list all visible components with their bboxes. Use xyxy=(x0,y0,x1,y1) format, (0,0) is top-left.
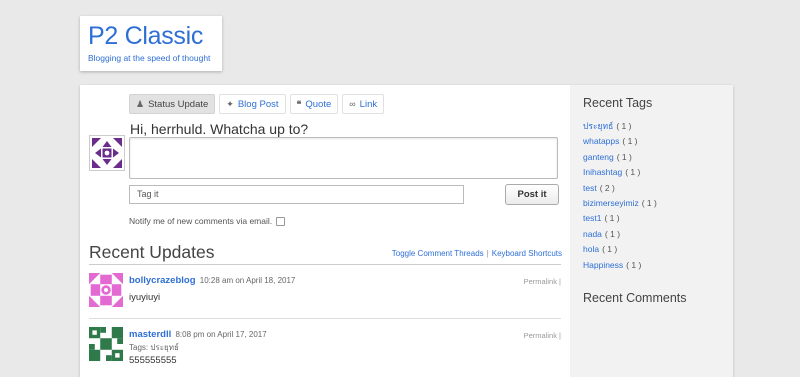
permalink-link[interactable]: Permalink | xyxy=(524,331,561,340)
recent-comments-title: Recent Comments xyxy=(583,291,687,305)
tag-item: whatapps( 1 ) xyxy=(583,134,720,149)
tag-link[interactable]: hola xyxy=(583,244,599,254)
tag-item: bizimerseyimiz( 1 ) xyxy=(583,196,720,211)
identicon-image xyxy=(92,138,122,168)
tag-link[interactable]: test xyxy=(583,183,597,193)
main-panel: ♟ Status Update ✦ Blog Post ❝ Quote ∞ Li… xyxy=(80,85,733,377)
author-avatar[interactable] xyxy=(89,273,123,307)
update-time[interactable]: 8:08 pm on April 17, 2017 xyxy=(175,330,266,339)
tab-label: Status Update xyxy=(148,98,209,110)
tag-count: ( 1 ) xyxy=(622,136,638,147)
tag-link[interactable]: ประยุทธ์ xyxy=(583,121,613,131)
keyboard-shortcuts-link[interactable]: Keyboard Shortcuts xyxy=(492,249,562,258)
toggle-comment-threads-link[interactable]: Toggle Comment Threads xyxy=(392,249,484,258)
tag-link[interactable]: Happiness xyxy=(583,260,623,270)
update-time[interactable]: 10:28 am on April 18, 2017 xyxy=(200,276,296,285)
tag-item: Happiness( 1 ) xyxy=(583,258,720,273)
tab-quote[interactable]: ❝ Quote xyxy=(289,94,339,114)
tab-status-update[interactable]: ♟ Status Update xyxy=(129,94,216,114)
tab-blog-post[interactable]: ✦ Blog Post xyxy=(219,94,286,114)
tag-count: ( 1 ) xyxy=(625,167,641,178)
user-icon: ♟ xyxy=(136,98,145,109)
update-body: iyuyiuyi xyxy=(129,292,161,303)
author-link[interactable]: masterdll xyxy=(129,329,171,340)
content-area: ♟ Status Update ✦ Blog Post ❝ Quote ∞ Li… xyxy=(80,85,570,377)
author-avatar[interactable] xyxy=(89,327,123,361)
recent-tags-title: Recent Tags xyxy=(583,96,653,110)
recent-tags-list: ประยุทธ์( 1 ) whatapps( 1 ) ganteng( 1 )… xyxy=(583,119,720,273)
site-title[interactable]: P2 Classic xyxy=(88,22,214,50)
recent-updates-title: Recent Updates xyxy=(89,242,215,262)
post-it-button[interactable]: Post it xyxy=(505,184,559,205)
tag-count: ( 1 ) xyxy=(602,244,618,255)
author-link[interactable]: bollycrazeblog xyxy=(129,275,196,286)
tag-count: ( 1 ) xyxy=(616,151,632,162)
tag-item: test1( 1 ) xyxy=(583,211,720,226)
tag-count: ( 1 ) xyxy=(626,259,642,270)
tag-item: hola( 1 ) xyxy=(583,242,720,257)
update-meta: bollycrazeblog 10:28 am on April 18, 201… xyxy=(129,275,295,286)
tag-link[interactable]: whatapps xyxy=(583,136,619,146)
tag-count: ( 1 ) xyxy=(604,228,621,239)
site-header: P2 Classic Blogging at the speed of thou… xyxy=(80,16,222,71)
update-meta: masterdll 8:08 pm on April 17, 2017 xyxy=(129,329,267,340)
tag-link[interactable]: nada xyxy=(583,229,602,239)
notify-option: Notify me of new comments via email. xyxy=(129,216,286,226)
site-description: Blogging at the speed of thought xyxy=(88,53,211,63)
update-item: masterdll 8:08 pm on April 17, 2017 Perm… xyxy=(89,327,561,375)
quote-icon: ❝ xyxy=(296,98,302,109)
permalink-link[interactable]: Permalink | xyxy=(524,277,561,286)
tag-item: nada( 1 ) xyxy=(583,227,720,242)
tag-item: Inihashtag( 1 ) xyxy=(583,165,720,180)
identicon-image xyxy=(89,327,123,361)
tab-link[interactable]: ∞ Link xyxy=(342,94,385,114)
tag-link[interactable]: Inihashtag xyxy=(583,167,622,177)
tab-label: Quote xyxy=(305,98,332,110)
notify-checkbox[interactable] xyxy=(276,216,286,226)
current-user-avatar xyxy=(89,135,125,171)
tag-input[interactable]: Tag it xyxy=(129,185,464,204)
notify-label: Notify me of new comments via email. xyxy=(129,216,273,226)
tab-label: Blog Post xyxy=(237,98,279,110)
tag-item: ganteng( 1 ) xyxy=(583,150,720,165)
link-icon: ∞ xyxy=(349,99,356,109)
post-type-tabs: ♟ Status Update ✦ Blog Post ❝ Quote ∞ Li… xyxy=(129,94,385,114)
update-divider xyxy=(89,318,561,319)
tag-item: ประยุทธ์( 1 ) xyxy=(583,119,720,134)
recent-updates-links: Toggle Comment Threads | Keyboard Shortc… xyxy=(392,249,562,258)
tag-link[interactable]: test1 xyxy=(583,213,601,223)
tag-link[interactable]: bizimerseyimiz xyxy=(583,198,639,208)
pin-icon: ✦ xyxy=(226,98,234,109)
section-divider xyxy=(89,264,561,265)
tag-item: test( 2 ) xyxy=(583,181,720,196)
post-prompt: Hi, herrhuld. Whatcha up to? xyxy=(130,121,309,137)
link-separator: | xyxy=(486,249,489,258)
tag-count: ( 1 ) xyxy=(604,213,620,224)
update-item: bollycrazeblog 10:28 am on April 18, 201… xyxy=(89,273,561,313)
tag-count: ( 2 ) xyxy=(599,182,615,193)
update-body: 555555555 xyxy=(129,355,177,366)
tab-label: Link xyxy=(359,98,378,110)
post-textarea[interactable] xyxy=(129,137,558,179)
sidebar: Recent Tags ประยุทธ์( 1 ) whatapps( 1 ) … xyxy=(570,85,733,377)
update-tags[interactable]: Tags: ประยุทธ์ xyxy=(129,341,179,354)
tag-link[interactable]: ganteng xyxy=(583,152,614,162)
tag-count: ( 1 ) xyxy=(641,198,657,209)
tag-count: ( 1 ) xyxy=(616,121,632,131)
identicon-image xyxy=(89,273,123,307)
